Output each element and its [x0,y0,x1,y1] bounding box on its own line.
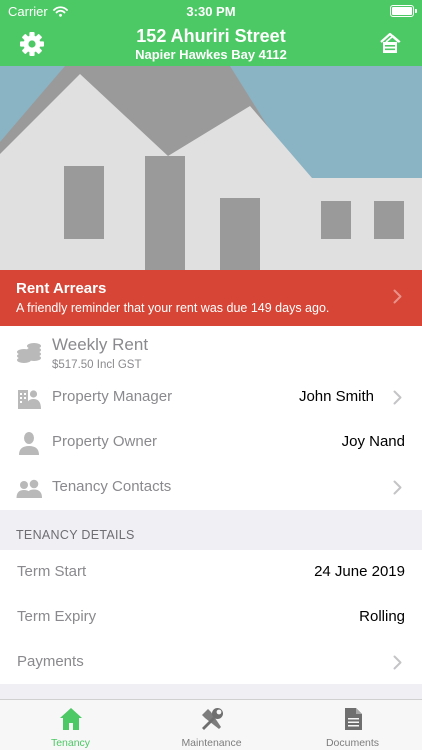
property-address: 152 Ahuriri Street [136,26,286,46]
rent-arrears-banner[interactable]: Rent Arrears A friendly reminder that yo… [0,270,422,326]
term-expiry-value: Rolling [359,608,405,625]
weekly-rent-amount: $517.50 Incl GST [52,359,142,371]
section-title: TENANCY DETAILS [16,528,135,542]
property-manager-icon [18,390,41,409]
chevron-right-icon [393,655,402,670]
weekly-rent-row: Weekly Rent $517.50 Incl GST [0,330,422,375]
weekly-rent-label: Weekly Rent [52,335,149,354]
tenancy-details-header: TENANCY DETAILS [0,510,422,550]
properties-home-icon[interactable] [378,31,402,55]
property-hero-image [0,66,422,270]
payments-row[interactable]: Payments [0,640,422,685]
tab-documents[interactable]: Documents [282,700,422,750]
status-bar: Carrier 3:30 PM [0,0,422,22]
chevron-right-icon [393,289,402,304]
settings-gear-icon[interactable] [18,30,46,58]
battery-icon [390,5,417,17]
property-manager-row[interactable]: Property Manager John Smith [0,375,422,420]
chevron-right-icon [393,480,402,495]
tenancy-contacts-row[interactable]: Tenancy Contacts [0,465,422,510]
term-start-label: Term Start [17,563,87,580]
chevron-right-icon [393,390,402,405]
header-titles: 152 Ahuriri Street Napier Hawkes Bay 411… [60,25,362,63]
list-footer-spacer [0,684,422,699]
arrears-message: A friendly reminder that your rent was d… [16,301,330,315]
coins-icon [17,343,41,363]
term-expiry-row: Term Expiry Rolling [0,595,422,640]
property-locality: Napier Hawkes Bay 4112 [135,47,287,62]
property-manager-label: Property Manager [52,388,173,405]
tab-tenancy[interactable]: Tenancy [0,700,141,750]
document-icon [345,708,362,730]
term-expiry-label: Term Expiry [17,608,97,625]
property-owner-label: Property Owner [52,433,158,450]
contacts-group-icon [16,479,42,498]
property-manager-name: John Smith [298,388,374,405]
tools-icon [202,708,223,730]
clock: 3:30 PM [186,4,236,19]
tab-label: Documents [325,737,380,749]
house-icon [60,708,82,730]
person-icon [19,432,39,455]
tab-label: Tenancy [50,737,91,749]
term-start-value: 24 June 2019 [314,563,405,580]
tab-bar: Tenancy Maintenance Documents [0,699,422,750]
nav-bar: 152 Ahuriri Street Napier Hawkes Bay 411… [0,22,422,66]
tab-maintenance[interactable]: Maintenance [141,700,282,750]
property-owner-row: Property Owner Joy Nand [0,420,422,465]
tab-label: Maintenance [181,737,242,749]
term-start-row: Term Start 24 June 2019 [0,550,422,595]
arrears-title: Rent Arrears [16,280,107,297]
tenancy-contacts-label: Tenancy Contacts [52,478,172,495]
property-owner-name: Joy Nand [341,433,405,450]
payments-label: Payments [17,653,84,670]
